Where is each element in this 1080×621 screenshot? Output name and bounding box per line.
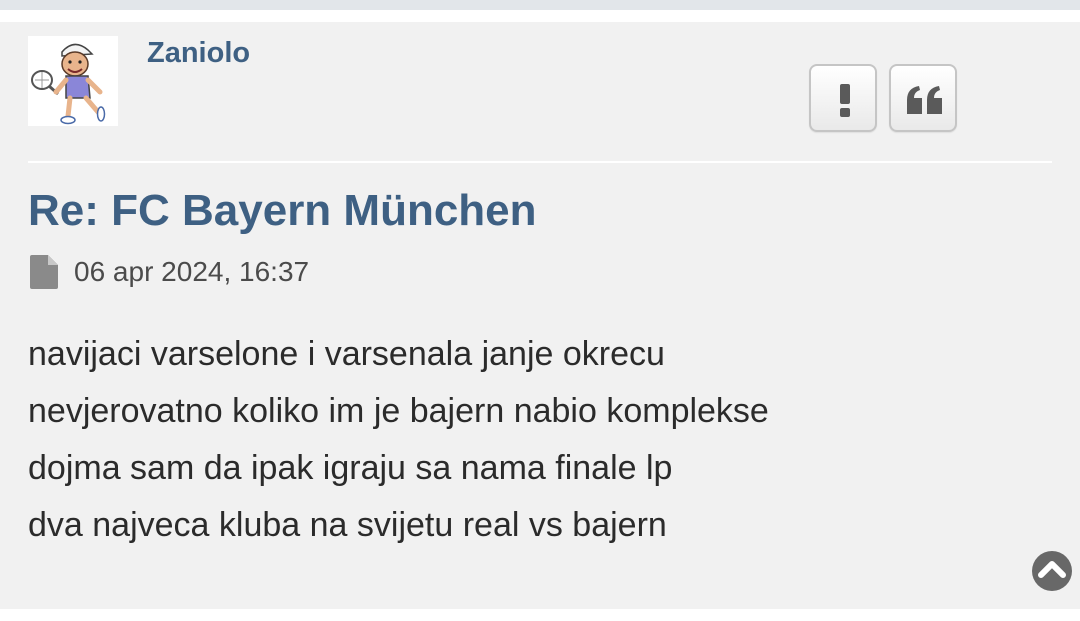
exclamation-icon [840,84,850,117]
post-meta: 06 apr 2024, 16:37 [30,255,309,289]
avatar[interactable] [28,36,118,126]
file-icon [30,255,58,289]
forum-post: Zaniolo Re: FC Bayern München 06 apr 202… [0,22,1080,609]
quote-button[interactable] [889,64,957,132]
content-line: nevjerovatno koliko im je bajern nabio k… [28,392,769,430]
content-line: navijaci varselone i varsenala janje okr… [28,335,665,373]
report-button[interactable] [809,64,877,132]
bottom-strip [0,609,1080,621]
tennis-player-avatar-image [31,43,106,125]
post-title[interactable]: Re: FC Bayern München [28,186,537,236]
chevron-up-icon [1038,561,1066,578]
content-line: dva najveca kluba na svijetu real vs baj… [28,506,667,544]
post-divider [28,161,1052,163]
quote-icon [907,86,942,114]
author-name-link[interactable]: Zaniolo [147,37,250,70]
top-strip [0,0,1080,10]
back-to-top-button[interactable] [1032,551,1072,591]
content-line: dojma sam da ipak igraju sa nama finale … [28,449,673,487]
post-content: navijaci varselone i varsenala janje okr… [28,326,1028,554]
post-date: 06 apr 2024, 16:37 [74,256,310,287]
